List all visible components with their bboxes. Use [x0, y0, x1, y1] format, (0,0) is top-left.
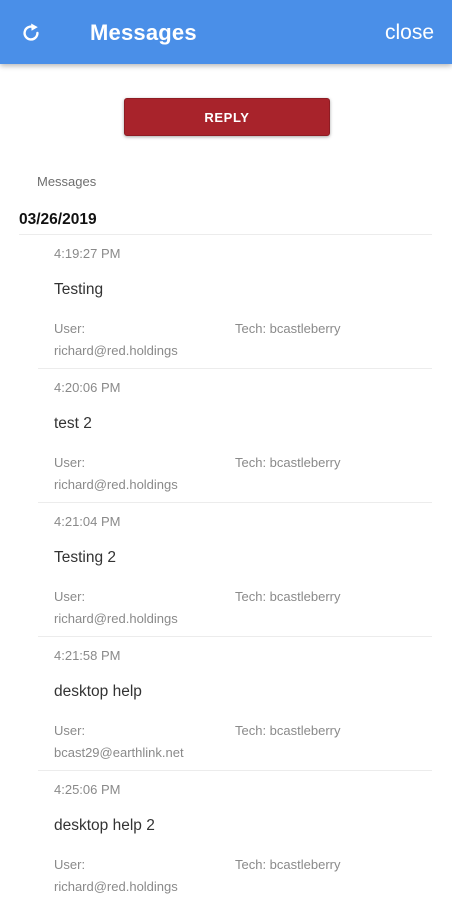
message-user-email: richard@red.holdings [54, 343, 178, 358]
message-user-email: richard@red.holdings [54, 879, 178, 894]
message-user: User: richard@red.holdings [54, 586, 178, 630]
message-list: 4:19:27 PM Testing User: richard@red.hol… [38, 235, 432, 900]
message-time: 4:20:06 PM [54, 380, 121, 395]
message-tech: Tech: bcastleberry [235, 723, 341, 738]
reply-button[interactable]: REPLY [124, 98, 330, 136]
message-user: User: bcast29@earthlink.net [54, 720, 184, 764]
message-user-label: User: [54, 455, 86, 470]
message-item[interactable]: 4:21:04 PM Testing 2 User: richard@red.h… [38, 503, 432, 637]
refresh-button[interactable] [14, 16, 48, 50]
message-time: 4:25:06 PM [54, 782, 121, 797]
message-user: User: richard@red.holdings [54, 318, 178, 362]
app-header: Messages close [0, 0, 452, 64]
message-item[interactable]: 4:25:06 PM desktop help 2 User: richard@… [38, 771, 432, 900]
date-heading: 03/26/2019 [19, 211, 97, 228]
message-text: test 2 [54, 415, 92, 432]
message-time: 4:19:27 PM [54, 246, 121, 261]
message-user: User: richard@red.holdings [54, 854, 178, 898]
message-item[interactable]: 4:19:27 PM Testing User: richard@red.hol… [38, 235, 432, 369]
message-user-email: bcast29@earthlink.net [54, 745, 184, 760]
message-user-label: User: [54, 857, 86, 872]
message-user-label: User: [54, 723, 86, 738]
message-time: 4:21:04 PM [54, 514, 121, 529]
message-tech: Tech: bcastleberry [235, 589, 341, 604]
message-text: desktop help 2 [54, 817, 155, 834]
message-user: User: richard@red.holdings [54, 452, 178, 496]
refresh-icon [23, 23, 39, 41]
close-button[interactable]: close [385, 19, 434, 47]
message-item[interactable]: 4:20:06 PM test 2 User: richard@red.hold… [38, 369, 432, 503]
messages-screen: Messages close REPLY Messages 03/26/2019… [0, 0, 452, 900]
message-item[interactable]: 4:21:58 PM desktop help User: bcast29@ea… [38, 637, 432, 771]
page-title: Messages [90, 20, 197, 45]
message-text: desktop help [54, 683, 142, 700]
message-user-label: User: [54, 321, 86, 336]
message-user-email: richard@red.holdings [54, 611, 178, 626]
message-tech: Tech: bcastleberry [235, 455, 341, 470]
message-text: Testing [54, 281, 104, 298]
message-tech: Tech: bcastleberry [235, 321, 341, 336]
message-text: Testing 2 [54, 549, 117, 566]
message-user-email: richard@red.holdings [54, 477, 178, 492]
message-time: 4:21:58 PM [54, 648, 121, 663]
message-tech: Tech: bcastleberry [235, 857, 341, 872]
message-user-label: User: [54, 589, 86, 604]
messages-section-label: Messages [37, 174, 97, 189]
